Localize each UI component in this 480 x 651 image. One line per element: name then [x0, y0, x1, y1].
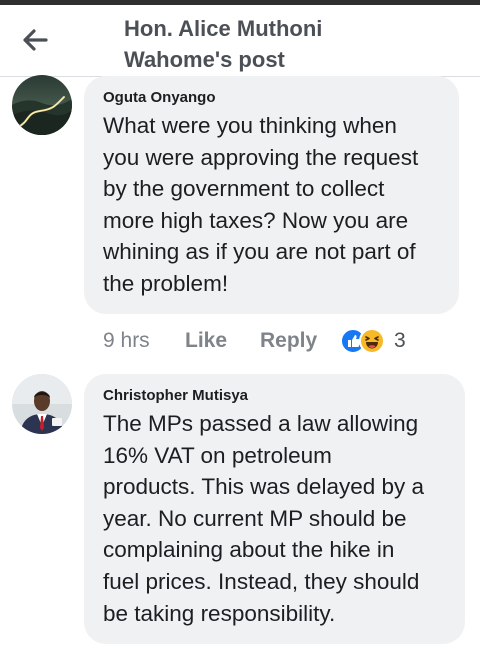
- reactions-summary[interactable]: 3: [340, 328, 406, 354]
- arrow-left-icon: [23, 29, 48, 51]
- comment-actions: 9 hrs Like Reply 3: [103, 326, 406, 356]
- like-button[interactable]: Like: [185, 329, 260, 353]
- back-button[interactable]: [18, 23, 52, 57]
- comment-text: What were you thinking when you were app…: [103, 113, 419, 296]
- haha-reaction-icon: [359, 328, 385, 354]
- person-suit-avatar: [12, 374, 72, 434]
- reply-button[interactable]: Reply: [260, 329, 340, 353]
- reaction-count: 3: [394, 329, 406, 352]
- comment-timestamp[interactable]: 9 hrs: [103, 329, 185, 353]
- comment-bubble: Oguta Onyango What were you thinking whe…: [84, 76, 459, 314]
- page-title-line-1: Hon. Alice Muthoni: [124, 16, 323, 41]
- comment-author[interactable]: Christopher Mutisya: [103, 386, 451, 405]
- page-title: Hon. Alice Muthoni Wahome's post: [124, 13, 424, 75]
- reaction-icons: [340, 328, 386, 354]
- page-title-line-2: Wahome's post: [124, 47, 285, 72]
- post-header: Hon. Alice Muthoni Wahome's post: [0, 5, 480, 77]
- comment-bubble: Christopher Mutisya The MPs passed a law…: [84, 374, 465, 644]
- landscape-road-avatar: [12, 75, 72, 135]
- comment-author[interactable]: Oguta Onyango: [103, 88, 445, 107]
- avatar[interactable]: [12, 374, 72, 434]
- avatar[interactable]: [12, 75, 72, 135]
- comment-text: The MPs passed a law allowing 16% VAT on…: [103, 411, 425, 626]
